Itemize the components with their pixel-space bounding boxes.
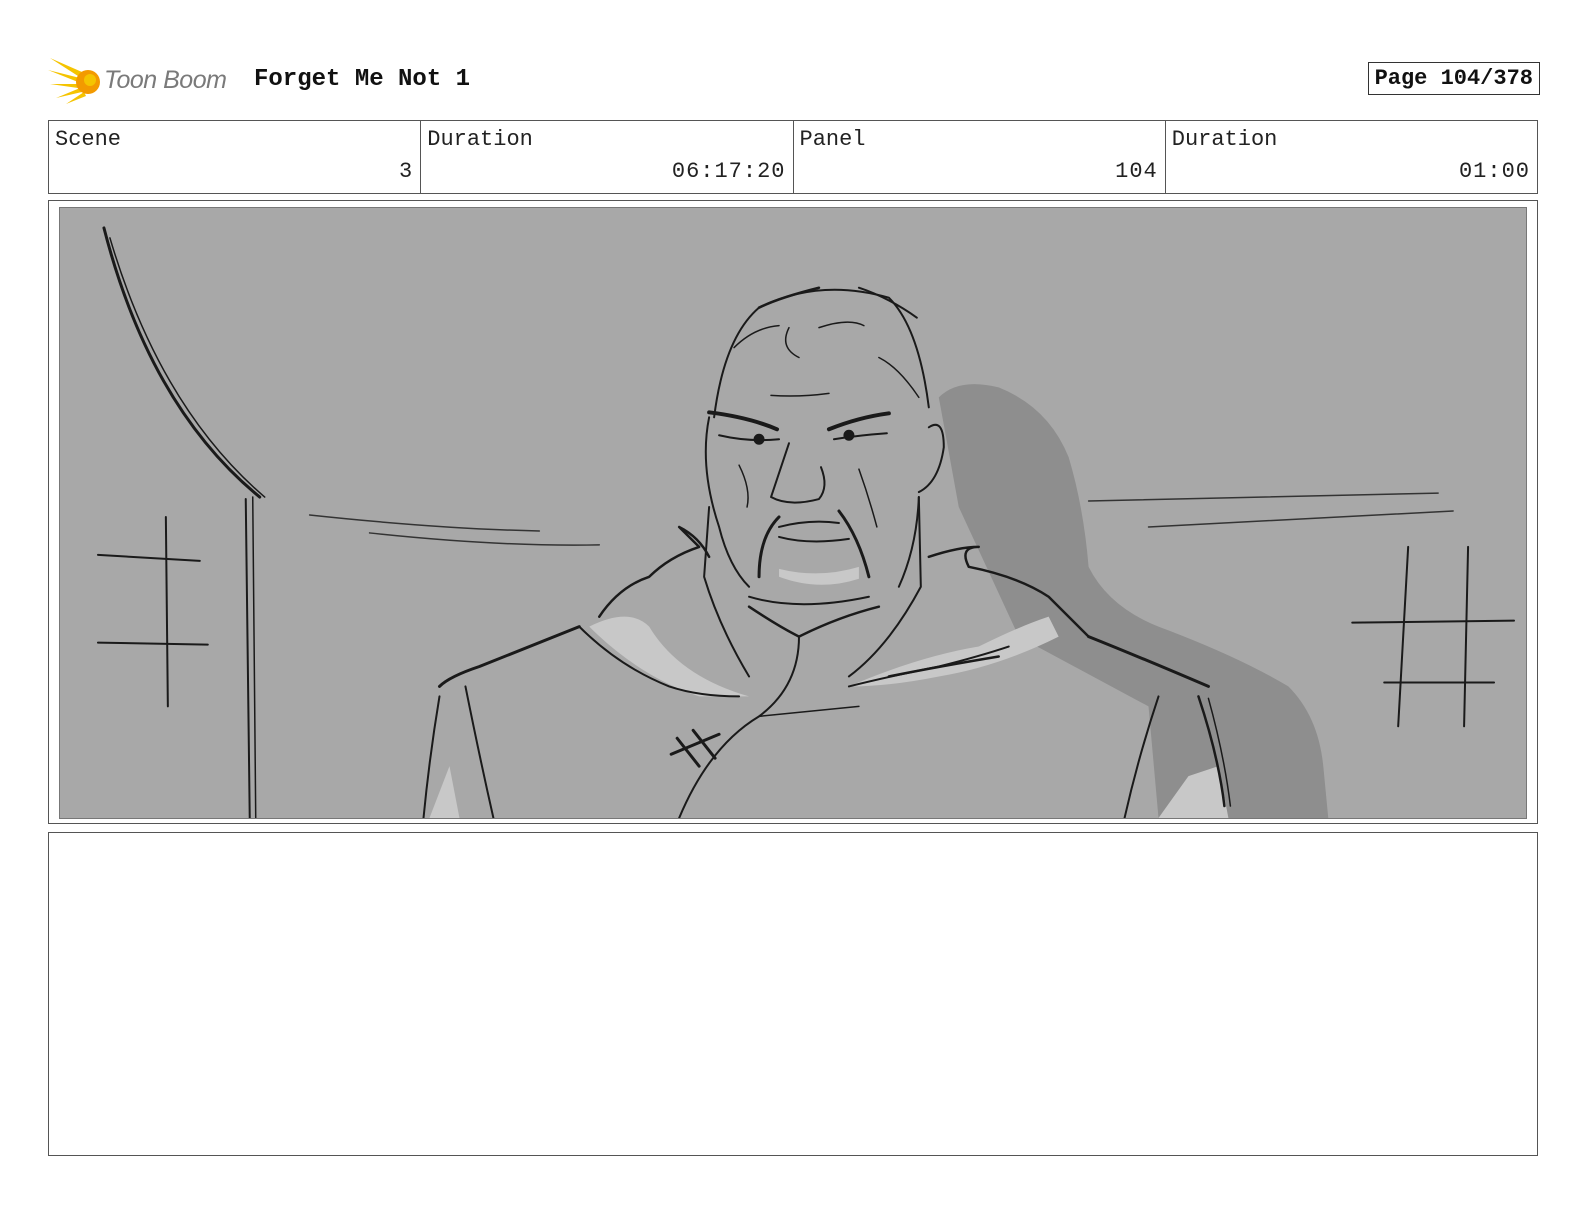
brand-name: Toon Boom <box>104 66 227 94</box>
panel-value: 104 <box>1115 159 1158 184</box>
scene-value: 3 <box>399 159 414 184</box>
scene-duration-cell: Duration 06:17:20 <box>421 121 794 193</box>
document-title: Forget Me Not 1 <box>254 66 471 93</box>
storyboard-panel-frame <box>48 200 1538 824</box>
panel-duration-label: Duration <box>1171 127 1278 152</box>
panel-duration-value: 01:00 <box>1458 159 1530 184</box>
scene-info-table: Scene 3 Duration 06:17:20 Panel 104 Dura… <box>48 120 1538 194</box>
scene-duration-label: Duration <box>427 127 533 152</box>
panel-cell: Panel 104 <box>794 121 1166 193</box>
sketch-drawing <box>60 208 1526 818</box>
storyboard-sketch <box>59 207 1527 819</box>
panel-notes-box[interactable] <box>48 832 1538 1156</box>
scene-cell: Scene 3 <box>49 121 422 193</box>
scene-label: Scene <box>55 127 122 152</box>
page-header: Toon Boom Forget Me Not 1 Page 104/378 <box>48 54 1540 104</box>
panel-duration-cell: Duration 01:00 <box>1166 121 1537 193</box>
panel-label: Panel <box>799 127 866 152</box>
page-number: Page 104/378 <box>1367 62 1540 95</box>
toon-boom-logo: Toon Boom <box>48 54 248 106</box>
sunburst-logo-icon <box>48 58 100 104</box>
scene-duration-value: 06:17:20 <box>671 159 786 184</box>
